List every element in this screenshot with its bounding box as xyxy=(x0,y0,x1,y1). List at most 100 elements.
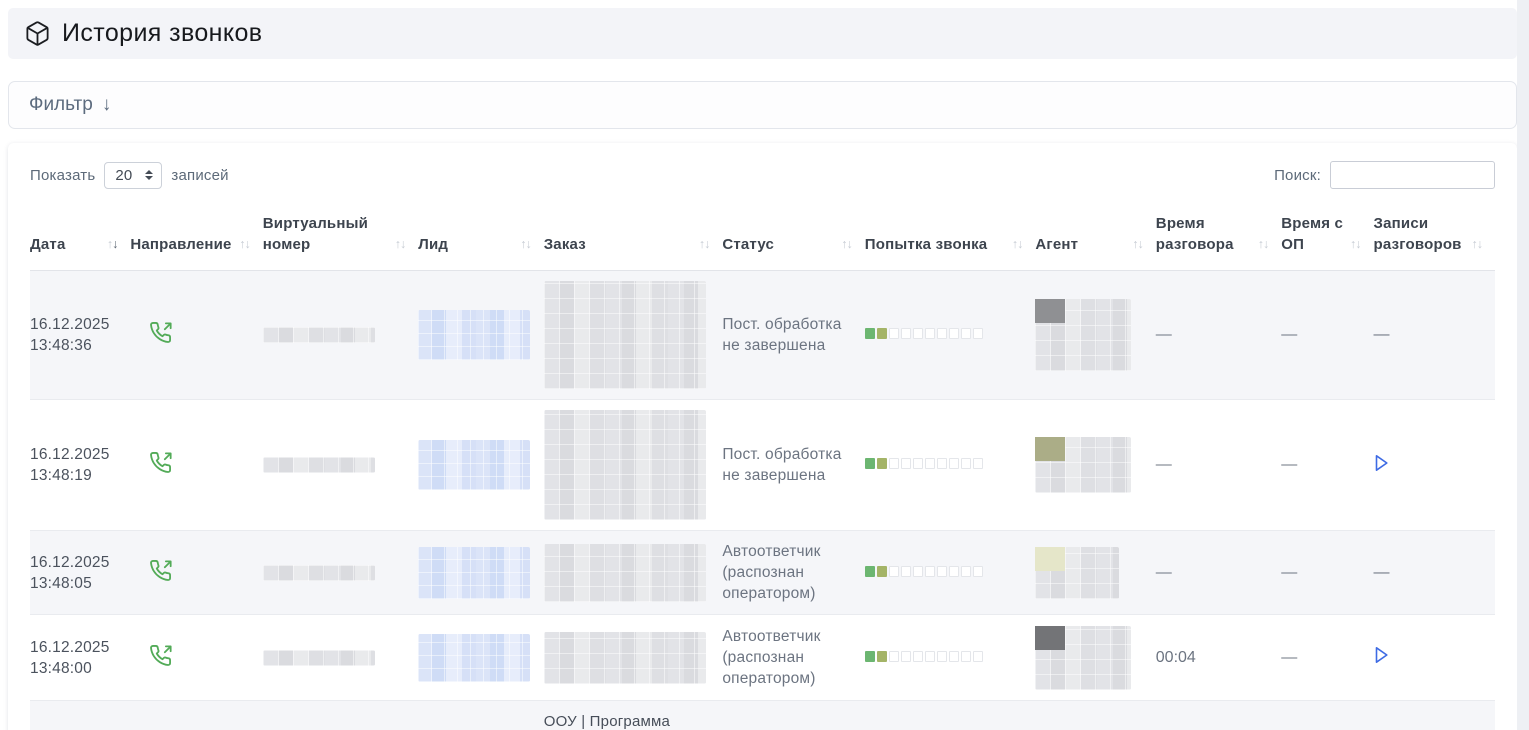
column-label: Время с ОП xyxy=(1281,213,1344,255)
sort-desc-icon: ↓ xyxy=(847,237,852,251)
attempt-square xyxy=(901,651,911,662)
table-row: 16.12.2025 13:48:19 Пост. обработка не з… xyxy=(30,400,1495,531)
page-size-select[interactable]: 20 xyxy=(104,162,162,189)
redacted-lead-link[interactable] xyxy=(418,440,530,490)
table-row: 16.12.2025 13:48:05 Автоответчик (распоз… xyxy=(30,531,1495,615)
outgoing-call-icon xyxy=(149,559,172,582)
attempt-square xyxy=(901,328,911,339)
call-time: 13:48:36 xyxy=(30,335,117,356)
sort-icon[interactable]: ↑↓ xyxy=(1344,234,1361,255)
redacted-order[interactable] xyxy=(544,410,706,520)
redacted-order[interactable] xyxy=(544,632,706,684)
column-header-date[interactable]: Дата ↑↓ xyxy=(30,199,130,271)
select-spinner-icon xyxy=(145,170,153,180)
sort-icon[interactable]: ↑↓ xyxy=(1466,234,1483,255)
filter-label: Фильтр xyxy=(29,94,93,116)
column-header-agent[interactable]: Агент ↑↓ xyxy=(1035,199,1155,271)
redacted-lead-link[interactable] xyxy=(418,634,530,682)
column-header-recordings[interactable]: Записи разговоров ↑↓ xyxy=(1374,199,1495,271)
column-label: Попытка звонка xyxy=(865,234,988,255)
sort-desc-icon: ↓ xyxy=(1017,237,1022,251)
call-attempt-indicator xyxy=(865,458,983,469)
redacted-lead-link[interactable] xyxy=(418,547,530,599)
column-header-status[interactable]: Статус ↑↓ xyxy=(722,199,864,271)
call-time: 13:48:00 xyxy=(30,658,117,679)
sort-desc-icon: ↓ xyxy=(1138,237,1143,251)
table-row: 16.12.2025 13:48:00 Автоответчик (распоз… xyxy=(30,615,1495,701)
call-date: 16.12.2025 xyxy=(30,444,117,465)
call-status: Пост. обработка не завершена xyxy=(722,314,851,356)
attempt-square xyxy=(877,651,887,662)
attempt-square xyxy=(973,566,983,577)
op-time-value: — xyxy=(1281,326,1297,343)
sort-desc-icon: ↓ xyxy=(112,237,117,251)
column-label: Направление xyxy=(130,234,231,255)
sort-icon[interactable]: ↑↓ xyxy=(101,234,118,255)
sort-icon[interactable]: ↑↓ xyxy=(1006,234,1023,255)
attempt-square xyxy=(961,328,971,339)
attempt-square xyxy=(889,458,899,469)
sort-desc-icon: ↓ xyxy=(1355,237,1360,251)
sort-icon[interactable]: ↑↓ xyxy=(233,234,250,255)
play-icon[interactable] xyxy=(1374,646,1389,664)
redacted-agent xyxy=(1035,626,1131,690)
attempt-square xyxy=(913,566,923,577)
attempt-square xyxy=(889,566,899,577)
attempt-square xyxy=(925,566,935,577)
table-header-row: Дата ↑↓ Направление ↑↓ Виртуальный номер… xyxy=(30,199,1495,271)
play-icon[interactable] xyxy=(1374,454,1389,472)
call-status: Автоответчик (распознан оператором) xyxy=(722,626,851,689)
attempt-square xyxy=(889,651,899,662)
table-row: ООУ | Программа xyxy=(30,701,1495,730)
records-label: записей xyxy=(171,167,228,184)
talk-time-value: — xyxy=(1156,326,1172,343)
sort-icon[interactable]: ↑↓ xyxy=(835,234,852,255)
outgoing-call-icon xyxy=(149,451,172,474)
attempt-square xyxy=(877,566,887,577)
column-header-talk_time[interactable]: Время разговора ↑↓ xyxy=(1156,199,1281,271)
redacted-lead-link[interactable] xyxy=(418,310,530,360)
sort-desc-icon: ↓ xyxy=(525,237,530,251)
column-header-direction[interactable]: Направление ↑↓ xyxy=(130,199,262,271)
attempt-square xyxy=(949,458,959,469)
attempt-square xyxy=(889,328,899,339)
outgoing-call-icon xyxy=(149,321,172,344)
op-time-value: — xyxy=(1281,649,1297,666)
column-header-attempt[interactable]: Попытка звонка ↑↓ xyxy=(865,199,1036,271)
column-label: Лид xyxy=(418,234,448,255)
call-date: 16.12.2025 xyxy=(30,552,117,573)
attempt-square xyxy=(913,328,923,339)
attempt-square xyxy=(973,458,983,469)
column-header-order[interactable]: Заказ ↑↓ xyxy=(544,199,723,271)
call-attempt-indicator xyxy=(865,328,983,339)
column-header-lead[interactable]: Лид ↑↓ xyxy=(418,199,543,271)
column-header-op_time[interactable]: Время с ОП ↑↓ xyxy=(1281,199,1373,271)
call-history-table: Дата ↑↓ Направление ↑↓ Виртуальный номер… xyxy=(30,199,1495,730)
redacted-virtual-number xyxy=(263,457,375,473)
show-label: Показать xyxy=(30,167,95,184)
column-header-virtual_number[interactable]: Виртуальный номер ↑↓ xyxy=(263,199,419,271)
sort-desc-icon: ↓ xyxy=(245,237,250,251)
attempt-square xyxy=(865,458,875,469)
attempt-square xyxy=(865,651,875,662)
call-date: 16.12.2025 xyxy=(30,314,117,335)
sort-icon[interactable]: ↑↓ xyxy=(1126,234,1143,255)
sort-icon[interactable]: ↑↓ xyxy=(693,234,710,255)
redacted-order[interactable] xyxy=(544,544,706,602)
filter-toggle[interactable]: Фильтр ↓ xyxy=(8,81,1517,129)
call-status: Пост. обработка не завершена xyxy=(722,444,851,486)
redacted-virtual-number xyxy=(263,565,375,581)
call-time: 13:48:05 xyxy=(30,573,117,594)
redacted-order[interactable] xyxy=(544,281,706,389)
attempt-square xyxy=(949,651,959,662)
sort-icon[interactable]: ↑↓ xyxy=(1252,234,1269,255)
attempt-square xyxy=(961,566,971,577)
call-history-rows: 16.12.2025 13:48:36 Пост. обработка не з… xyxy=(30,271,1495,730)
scrollbar-track[interactable] xyxy=(1517,0,1529,730)
redacted-agent xyxy=(1035,547,1119,599)
sort-icon[interactable]: ↑↓ xyxy=(514,234,531,255)
sort-icon[interactable]: ↑↓ xyxy=(389,234,406,255)
attempt-square xyxy=(925,651,935,662)
page-size-control: Показать 20 записей xyxy=(30,162,229,189)
search-input[interactable] xyxy=(1330,161,1495,189)
